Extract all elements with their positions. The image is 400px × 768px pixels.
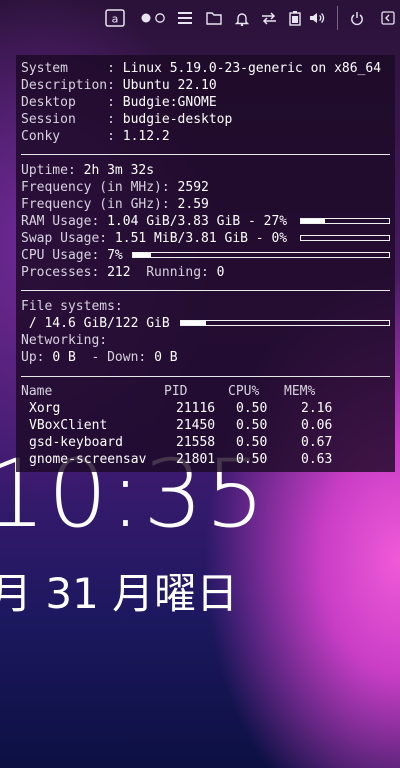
cpu-value: 7% bbox=[107, 248, 123, 263]
description-row: Description: Ubuntu 22.10 bbox=[21, 77, 217, 94]
header-pid: PID bbox=[164, 384, 188, 399]
processes-value: 212 bbox=[107, 265, 131, 280]
down-value: 0 B bbox=[154, 350, 178, 365]
cpu-row: CPU Usage: 7% bbox=[21, 247, 123, 264]
session-value: budgie-desktop bbox=[122, 112, 233, 127]
table-row: Xorg 21116 0.50 2.16 bbox=[21, 400, 391, 417]
frequency-ghz-label: Frequency (in GHz): bbox=[21, 197, 178, 212]
frequency-ghz-value: 2.59 bbox=[177, 197, 209, 212]
networking-heading: Networking: bbox=[21, 333, 108, 348]
process-name: gnome-screensav bbox=[29, 452, 147, 467]
description-value: Ubuntu 22.10 bbox=[122, 78, 217, 93]
root-filesystem-value: / 14.6 GiB/122 GiB bbox=[21, 316, 170, 331]
bell-icon[interactable] bbox=[234, 8, 250, 28]
processes-label: Processes: bbox=[21, 265, 108, 280]
table-row: gsd-keyboard 21558 0.50 0.67 bbox=[21, 434, 391, 451]
process-mem: 0.67 bbox=[301, 435, 333, 450]
description-label: Description: bbox=[21, 78, 123, 93]
root-filesystem-bar bbox=[180, 320, 390, 326]
system-value: Linux 5.19.0-23-generic on x86_64 bbox=[122, 61, 382, 76]
divider bbox=[21, 154, 390, 155]
desktop-value: Budgie:GNOME bbox=[122, 95, 217, 110]
process-cpu: 0.50 bbox=[236, 435, 268, 450]
workspace-dot-active-icon[interactable] bbox=[140, 8, 152, 28]
process-pid: 21801 bbox=[176, 452, 216, 467]
process-table-header: Name PID CPU% MEM% bbox=[21, 383, 391, 400]
header-mem: MEM% bbox=[284, 384, 316, 399]
frequency-mhz-value: 2592 bbox=[177, 180, 209, 195]
ram-row: RAM Usage: 1.04 GiB/3.83 GiB - 27% bbox=[21, 213, 287, 230]
desktop-row: Desktop : Budgie:GNOME bbox=[21, 94, 217, 111]
ram-usage-bar bbox=[300, 218, 390, 224]
header-name: Name bbox=[21, 384, 53, 399]
panel-separator bbox=[337, 6, 338, 30]
swap-label: Swap Usage: bbox=[21, 231, 115, 246]
process-mem: 2.16 bbox=[301, 401, 333, 416]
system-label: System : bbox=[21, 61, 123, 76]
process-name: VBoxClient bbox=[29, 418, 108, 433]
up-value: 0 B bbox=[52, 350, 76, 365]
header-cpu: CPU% bbox=[228, 384, 260, 399]
collapse-icon[interactable] bbox=[380, 8, 396, 28]
battery-icon[interactable] bbox=[288, 8, 302, 28]
uptime-row: Uptime: 2h 3m 32s bbox=[21, 162, 154, 179]
desktop-label: Desktop : bbox=[21, 95, 123, 110]
ram-value: 1.04 GiB/3.83 GiB - 27% bbox=[107, 214, 288, 229]
session-row: Session : budgie-desktop bbox=[21, 111, 232, 128]
swap-value: 1.51 MiB/3.81 GiB - 0% bbox=[114, 231, 288, 246]
volume-icon[interactable] bbox=[309, 8, 327, 28]
ram-label: RAM Usage: bbox=[21, 214, 108, 229]
table-row: gnome-screensav 21801 0.50 0.63 bbox=[21, 451, 391, 468]
conky-widget: System : Linux 5.19.0-23-generic on x86_… bbox=[16, 55, 395, 472]
cpu-label: CPU Usage: bbox=[21, 248, 108, 263]
root-filesystem-row: / 14.6 GiB/122 GiB bbox=[21, 315, 170, 332]
workspace-dot-icon[interactable] bbox=[154, 8, 166, 28]
processes-row: Processes: 212 Running: 0 bbox=[21, 264, 225, 281]
system-row: System : Linux 5.19.0-23-generic on x86_… bbox=[21, 60, 381, 77]
transfer-icon[interactable] bbox=[260, 8, 278, 28]
frequency-mhz-row: Frequency (in MHz): 2592 bbox=[21, 179, 209, 196]
folder-icon[interactable] bbox=[205, 8, 223, 28]
process-cpu: 0.50 bbox=[236, 452, 268, 467]
uptime-label: Uptime: bbox=[21, 163, 84, 178]
svg-text:a: a bbox=[112, 13, 119, 26]
swap-row: Swap Usage: 1.51 MiB/3.81 GiB - 0% bbox=[21, 230, 287, 247]
down-label: - Down: bbox=[75, 350, 155, 365]
process-pid: 21450 bbox=[176, 418, 216, 433]
root-filesystem-fill bbox=[181, 321, 206, 325]
power-icon[interactable] bbox=[349, 8, 365, 28]
session-label: Session : bbox=[21, 112, 123, 127]
frequency-ghz-row: Frequency (in GHz): 2.59 bbox=[21, 196, 209, 213]
running-value: 0 bbox=[216, 265, 225, 280]
up-label: Up: bbox=[21, 350, 53, 365]
process-cpu: 0.50 bbox=[236, 418, 268, 433]
keyboard-layout-icon[interactable]: a bbox=[105, 8, 125, 28]
network-traffic-row: Up: 0 B - Down: 0 B bbox=[21, 349, 178, 366]
process-mem: 0.06 bbox=[301, 418, 333, 433]
divider bbox=[21, 290, 390, 291]
process-pid: 21116 bbox=[176, 401, 216, 416]
process-name: Xorg bbox=[29, 401, 61, 416]
process-pid: 21558 bbox=[176, 435, 216, 450]
table-row: VBoxClient 21450 0.50 0.06 bbox=[21, 417, 391, 434]
conky-label: Conky : bbox=[21, 129, 123, 144]
conky-value: 1.12.2 bbox=[122, 129, 170, 144]
lock-date: 月 31 月曜日 bbox=[0, 569, 239, 618]
uptime-value: 2h 3m 32s bbox=[83, 163, 155, 178]
top-panel: a bbox=[0, 0, 400, 36]
process-name: gsd-keyboard bbox=[29, 435, 123, 450]
process-cpu: 0.50 bbox=[236, 401, 268, 416]
process-mem: 0.63 bbox=[301, 452, 333, 467]
swap-usage-bar bbox=[300, 235, 390, 241]
ram-usage-fill bbox=[301, 219, 325, 223]
cpu-usage-bar bbox=[132, 252, 390, 258]
frequency-mhz-label: Frequency (in MHz): bbox=[21, 180, 178, 195]
running-label: Running: bbox=[130, 265, 217, 280]
cpu-usage-fill bbox=[133, 253, 151, 257]
divider bbox=[21, 376, 390, 377]
conky-version-row: Conky : 1.12.2 bbox=[21, 128, 170, 145]
menu-icon[interactable] bbox=[176, 8, 194, 28]
filesystems-heading: File systems: bbox=[21, 299, 123, 314]
